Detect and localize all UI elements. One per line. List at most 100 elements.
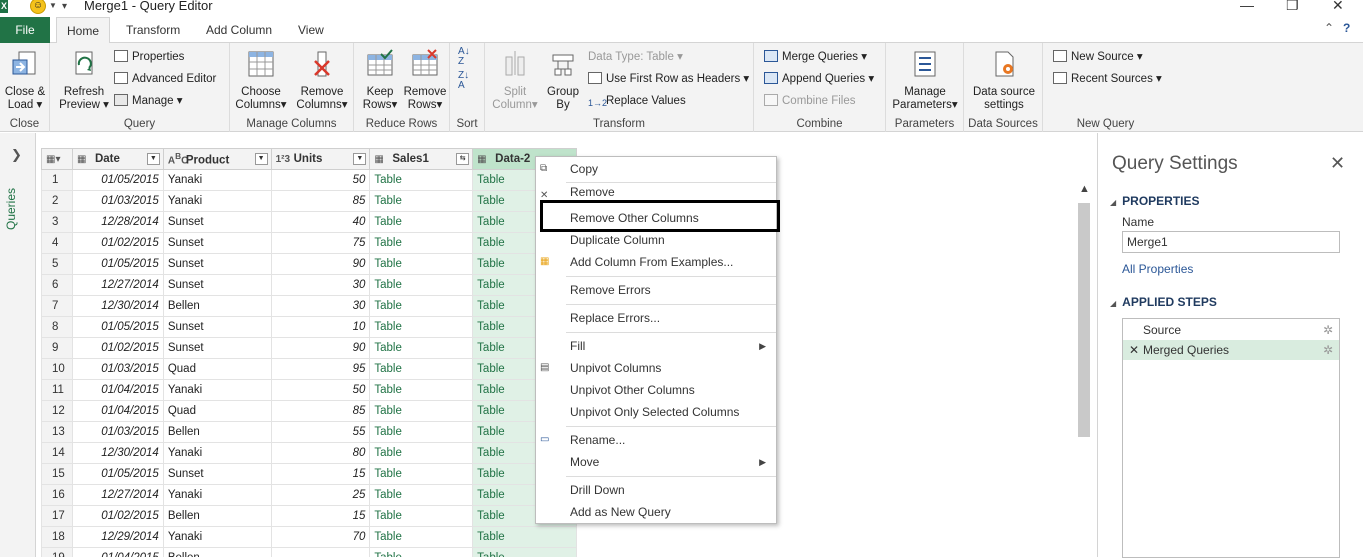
product-filter-icon[interactable]: ▼ — [254, 153, 268, 165]
menu-item-unpivot-other-columns[interactable]: Unpivot Other Columns — [536, 379, 776, 401]
data-2-cell[interactable]: Table — [472, 526, 577, 548]
table-row[interactable]: 5 01/05/2015 Sunset 90 Table Table — [41, 253, 577, 275]
menu-item-add-column-from-examples[interactable]: ▦ Add Column From Examples... — [536, 251, 776, 273]
delete-step-icon[interactable]: ✕ — [1129, 340, 1139, 360]
manage-parameters-button[interactable]: Manage Parameters▾ — [890, 49, 960, 112]
table-row[interactable]: 2 01/03/2015 Yanaki 85 Table Table — [41, 190, 577, 212]
choose-columns-button[interactable]: Choose Columns▾ — [232, 49, 290, 112]
properties-section-header[interactable]: ◢ PROPERTIES — [1110, 194, 1200, 208]
table-row[interactable]: 8 01/05/2015 Sunset 10 Table Table — [41, 316, 577, 338]
menu-item-unpivot-columns[interactable]: ▤ Unpivot Columns — [536, 357, 776, 379]
close-icon[interactable]: ✕ — [1330, 153, 1345, 174]
close-load-button[interactable]: Close & Load ▾ — [3, 49, 47, 112]
sales1-cell[interactable]: Table — [369, 526, 474, 548]
sales1-cell[interactable]: Table — [369, 190, 474, 212]
menu-item-fill[interactable]: Fill ▶ — [536, 335, 776, 357]
sales1-cell[interactable]: Table — [369, 253, 474, 275]
use-first-row-headers-button[interactable]: Use First Row as Headers ▾ — [588, 70, 749, 88]
applied-steps-section-header[interactable]: ◢ APPLIED STEPS — [1110, 295, 1217, 309]
sort-ascending-button[interactable]: A↓ Z — [458, 47, 470, 67]
menu-item-drill-down[interactable]: Drill Down — [536, 479, 776, 501]
table-row[interactable]: 9 01/02/2015 Sunset 90 Table Table — [41, 337, 577, 359]
column-header-units[interactable]: 1²3 Units ▼ — [270, 148, 371, 170]
tab-file[interactable]: File — [0, 17, 50, 43]
sales1-cell[interactable]: Table — [369, 400, 474, 422]
collapse-ribbon-icon[interactable]: ⌃ — [1324, 21, 1334, 35]
step-source[interactable]: Source ✲ — [1123, 320, 1339, 340]
query-name-input[interactable]: Merge1 — [1122, 231, 1340, 253]
table-row[interactable]: 12 01/04/2015 Quad 85 Table Table — [41, 400, 577, 422]
table-row[interactable]: 3 12/28/2014 Sunset 40 Table Table — [41, 211, 577, 233]
sales1-cell[interactable]: Table — [369, 358, 474, 380]
tab-view[interactable]: View — [288, 17, 334, 43]
sales1-cell[interactable]: Table — [369, 442, 474, 464]
date-filter-icon[interactable]: ▼ — [146, 153, 160, 165]
units-filter-icon[interactable]: ▼ — [353, 153, 367, 165]
menu-item-copy[interactable]: ⧉ Copy — [536, 158, 776, 180]
sales1-expand-icon[interactable]: ⇆ — [456, 153, 470, 165]
properties-button[interactable]: Properties — [114, 48, 184, 66]
advanced-editor-button[interactable]: Advanced Editor — [114, 70, 216, 88]
expand-queries-icon[interactable]: ❯ — [11, 147, 22, 163]
remove-columns-button[interactable]: Remove Columns▾ — [292, 49, 352, 112]
sales1-cell[interactable]: Table — [369, 484, 474, 506]
table-row[interactable]: 13 01/03/2015 Bellen 55 Table Table — [41, 421, 577, 443]
tab-add-column[interactable]: Add Column — [196, 17, 282, 43]
sales1-cell[interactable]: Table — [369, 463, 474, 485]
group-by-button[interactable]: Group By — [543, 49, 583, 112]
split-column-button[interactable]: Split Column▾ — [491, 49, 539, 112]
help-icon[interactable]: ? — [1343, 21, 1350, 35]
merge-queries-button[interactable]: Merge Queries ▾ — [764, 48, 867, 66]
all-properties-link[interactable]: All Properties — [1122, 262, 1193, 276]
sales1-cell[interactable]: Table — [369, 274, 474, 296]
queries-pane-label[interactable]: Queries — [4, 179, 32, 239]
sales1-cell[interactable]: Table — [369, 211, 474, 233]
data-type-dropdown[interactable]: Data Type: Table ▾ — [588, 48, 683, 66]
scrollbar-thumb[interactable] — [1078, 203, 1090, 437]
table-row[interactable]: 10 01/03/2015 Quad 95 Table Table — [41, 358, 577, 380]
table-row[interactable]: 6 12/27/2014 Sunset 30 Table Table — [41, 274, 577, 296]
sales1-cell[interactable]: Table — [369, 295, 474, 317]
sales1-cell[interactable]: Table — [369, 316, 474, 338]
sales1-cell[interactable]: Table — [369, 547, 474, 557]
table-row[interactable]: 1901/04/2015Bellen TableTable — [41, 547, 577, 557]
gear-icon[interactable]: ✲ — [1323, 320, 1333, 340]
append-queries-button[interactable]: Append Queries ▾ — [764, 70, 874, 88]
data-source-settings-button[interactable]: Data source settings — [968, 49, 1040, 112]
menu-item-replace-errors[interactable]: Replace Errors... — [536, 307, 776, 329]
sales1-cell[interactable]: Table — [369, 379, 474, 401]
sales1-cell[interactable]: Table — [369, 169, 474, 191]
column-header-date[interactable]: ▦ Date ▼ — [71, 148, 164, 170]
quick-access-customize-icon[interactable]: ▾ — [62, 1, 67, 12]
menu-item-remove-errors[interactable]: Remove Errors — [536, 279, 776, 301]
step-merged-queries[interactable]: ✕ Merged Queries ✲ — [1123, 340, 1339, 360]
menu-item-remove[interactable]: ✕ Remove — [536, 185, 776, 199]
table-row[interactable]: 1 01/05/2015 Yanaki 50 Table Table — [41, 169, 577, 191]
menu-item-duplicate-column[interactable]: Duplicate Column — [536, 229, 776, 251]
menu-item-add-as-new-query[interactable]: Add as New Query — [536, 501, 776, 523]
combine-files-button[interactable]: Combine Files — [764, 92, 856, 110]
close-window-button[interactable]: ✕ — [1332, 0, 1344, 14]
sort-descending-button[interactable]: Z↓ A — [458, 71, 469, 91]
sales1-cell[interactable]: Table — [369, 505, 474, 527]
table-row[interactable]: 18 12/29/2014 Yanaki 70 Table Table — [41, 526, 577, 548]
table-row[interactable]: 15 01/05/2015 Sunset 15 Table Table — [41, 463, 577, 485]
maximize-button[interactable]: ❐ — [1286, 0, 1299, 14]
table-row[interactable]: 4 01/02/2015 Sunset 75 Table Table — [41, 232, 577, 254]
table-row[interactable]: 16 12/27/2014 Yanaki 25 Table Table — [41, 484, 577, 506]
data-2-cell[interactable]: Table — [472, 547, 577, 557]
table-row[interactable]: 7 12/30/2014 Bellen 30 Table Table — [41, 295, 577, 317]
manage-button[interactable]: Manage ▾ — [114, 92, 183, 110]
recent-sources-button[interactable]: Recent Sources ▾ — [1053, 70, 1162, 88]
minimize-button[interactable]: — — [1240, 0, 1254, 13]
table-row[interactable]: 14 12/30/2014 Yanaki 80 Table Table — [41, 442, 577, 464]
replace-values-button[interactable]: 1→2Replace Values — [588, 92, 686, 110]
column-header-sales1[interactable]: ▦ Sales1 ⇆ — [369, 148, 474, 170]
new-source-button[interactable]: New Source ▾ — [1053, 48, 1143, 66]
refresh-preview-button[interactable]: Refresh Preview ▾ — [58, 49, 110, 112]
sales1-cell[interactable]: Table — [369, 421, 474, 443]
table-corner-menu[interactable]: ▦▾ — [41, 148, 73, 170]
table-row[interactable]: 11 01/04/2015 Yanaki 50 Table Table — [41, 379, 577, 401]
menu-item-rename[interactable]: ▭ Rename... — [536, 429, 776, 451]
remove-rows-button[interactable]: Remove Rows▾ — [402, 49, 448, 112]
